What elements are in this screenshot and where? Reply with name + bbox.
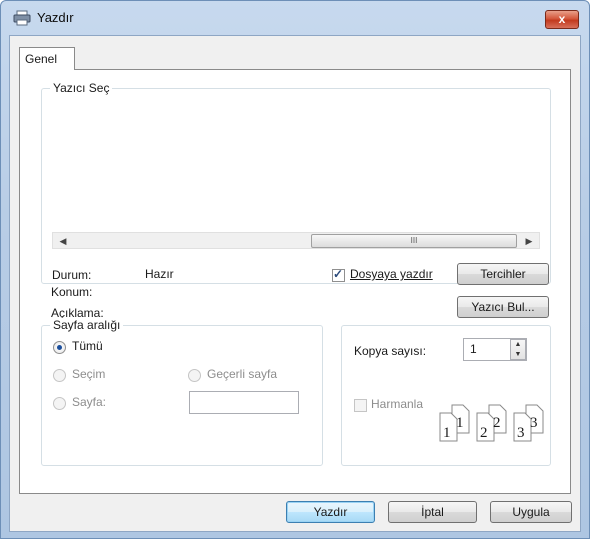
tab-panel-general: Yazıcı Seç ◀ III ▶ Durum: Hazır Konum: A…: [19, 69, 571, 494]
printer-select-group: Yazıcı Seç ◀ III ▶ Durum:: [41, 81, 551, 284]
spin-up-icon[interactable]: ▲: [511, 340, 525, 350]
page-number-label: 2: [480, 425, 488, 441]
close-icon: x: [558, 12, 566, 26]
collate-set-3-icon: 3 3: [512, 403, 546, 443]
status-value: Hazır: [145, 267, 174, 281]
spin-down-icon[interactable]: ▼: [511, 350, 525, 360]
title-bar[interactable]: Yazdır x: [1, 1, 589, 35]
print-button[interactable]: Yazdır: [286, 501, 375, 523]
cancel-button[interactable]: İptal: [388, 501, 477, 523]
collate-set-1-icon: 1 1: [438, 403, 472, 443]
find-printer-button[interactable]: Yazıcı Bul...: [457, 296, 549, 318]
current-page-radio[interactable]: [188, 369, 201, 382]
printer-select-legend: Yazıcı Seç: [50, 81, 113, 95]
collate-label[interactable]: Harmanla: [371, 397, 423, 411]
status-label: Durum:: [52, 268, 92, 282]
page-range-legend: Sayfa aralığı: [50, 318, 124, 332]
printer-list-scrollbar[interactable]: ◀ III ▶: [52, 232, 540, 249]
print-to-file-checkbox[interactable]: [332, 267, 345, 282]
pages-input[interactable]: [189, 391, 299, 414]
preferences-button[interactable]: Tercihler: [457, 263, 549, 285]
print-to-file-label[interactable]: Dosyaya yazdır: [350, 267, 433, 281]
all-pages-radio[interactable]: [53, 341, 66, 354]
tab-general[interactable]: Genel: [19, 47, 75, 70]
scroll-thumb[interactable]: III: [311, 234, 517, 248]
printer-icon: [13, 10, 31, 26]
copies-value: 1: [470, 342, 477, 356]
window-title: Yazdır: [37, 10, 74, 25]
apply-button[interactable]: Uygula: [490, 501, 572, 523]
current-page-label[interactable]: Geçerli sayfa: [207, 367, 277, 381]
selection-radio[interactable]: [53, 369, 66, 382]
scroll-left-icon[interactable]: ◀: [55, 234, 71, 248]
copies-spinner[interactable]: ▲ ▼: [510, 339, 526, 360]
page-number-label: 2: [493, 415, 501, 431]
location-label: Konum:: [51, 285, 93, 299]
page-number-label: 1: [443, 425, 451, 441]
page-number-label: 3: [530, 415, 538, 431]
printer-list[interactable]: [52, 101, 540, 241]
copies-label: Kopya sayısı:: [354, 344, 427, 358]
close-button[interactable]: x: [545, 10, 579, 29]
collate-checkbox[interactable]: [354, 399, 367, 412]
collate-set-2-icon: 2 2: [475, 403, 509, 443]
print-dialog-window: Yazdır x Genel Yazıcı Seç ◀ III ▶ Durum:…: [0, 0, 590, 539]
pages-label[interactable]: Sayfa:: [72, 395, 106, 409]
page-number-label: 3: [517, 425, 525, 441]
all-pages-label[interactable]: Tümü: [72, 339, 103, 353]
selection-label[interactable]: Seçim: [72, 367, 105, 381]
page-number-label: 1: [456, 415, 464, 431]
pages-radio[interactable]: [53, 397, 66, 410]
dialog-client-area: Genel Yazıcı Seç ◀ III ▶ Durum: Hazır Ko…: [9, 35, 581, 532]
scroll-right-icon[interactable]: ▶: [521, 234, 537, 248]
